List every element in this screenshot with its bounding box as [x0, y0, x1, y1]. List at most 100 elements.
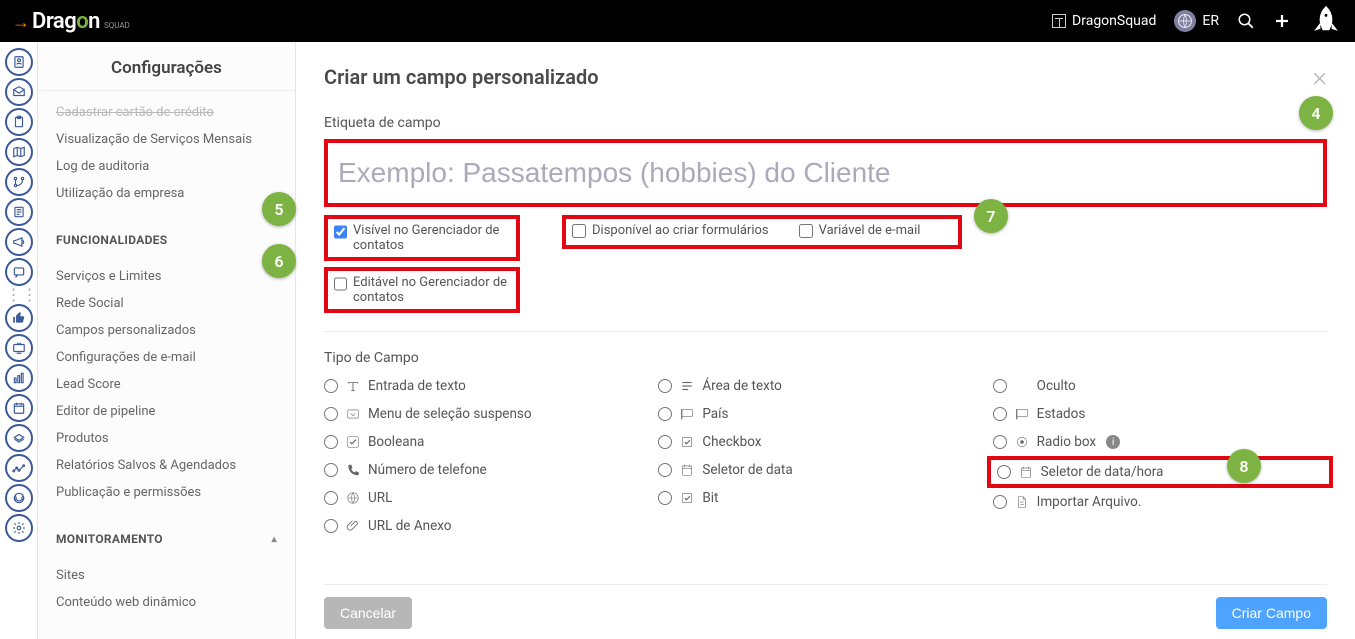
sidebar-section-mon[interactable]: MONITORAMENTO ▴ [38, 514, 295, 554]
field-type-label: Estados [1037, 406, 1086, 422]
checkbox-icon [680, 491, 694, 505]
rocket-icon[interactable] [1309, 4, 1343, 38]
checkbox-editable-input[interactable] [334, 277, 347, 291]
cancel-button[interactable]: Cancelar [324, 597, 412, 629]
field-type-option[interactable]: URL de Anexo [324, 516, 658, 536]
info-icon[interactable]: i [1106, 435, 1120, 449]
logo-text: Dragon [32, 9, 100, 34]
sidebar-item[interactable]: Sites [38, 562, 295, 589]
field-type-radio[interactable] [324, 379, 338, 393]
org-switcher[interactable]: DragonSquad [1052, 13, 1156, 29]
field-type-radio[interactable] [324, 463, 338, 477]
sidebar-item[interactable]: Visualização de Serviços Mensais [38, 126, 295, 153]
field-type-option[interactable]: Área de texto [658, 376, 992, 396]
field-type-radio[interactable] [658, 435, 672, 449]
field-type-option[interactable]: País [658, 404, 992, 424]
sidebar-item[interactable]: Produtos [38, 425, 295, 452]
field-type-option[interactable]: Número de telefone [324, 460, 658, 480]
field-type-radio[interactable] [658, 379, 672, 393]
sidebar-section-func[interactable]: FUNCIONALIDADES [38, 215, 295, 255]
field-type-option[interactable]: Estados [993, 404, 1327, 424]
checkbox-editable[interactable]: Editável no Gerenciador de contatos [334, 275, 510, 305]
checkbox-forms-input[interactable] [572, 224, 586, 238]
sidebar-item[interactable]: Cadastrar cartão de crédito [38, 99, 295, 126]
iconbar-gear-icon[interactable] [5, 514, 33, 542]
flag-icon [680, 407, 694, 421]
field-type-option[interactable]: Booleana [324, 432, 658, 452]
checkbox-forms[interactable]: Disponível ao criar formulários [572, 223, 769, 238]
callout-7: 7 [974, 199, 1008, 233]
iconbar-contacts-icon[interactable] [5, 48, 33, 76]
field-type-option[interactable]: Radio box i [993, 432, 1327, 452]
checkbox-visible-input[interactable] [334, 225, 347, 239]
highlight-box-7: Disponível ao criar formulários Variável… [562, 215, 962, 249]
field-label-input[interactable] [328, 143, 1323, 203]
field-type-radio[interactable] [658, 491, 672, 505]
field-type-option[interactable]: Menu de seleção suspenso [324, 404, 658, 424]
drag-handle-icon[interactable]: ⋮⋮ [6, 292, 38, 298]
field-type-label: Tipo de Campo [324, 350, 1327, 366]
iconbar-chart-icon[interactable] [5, 364, 33, 392]
search-icon[interactable] [1237, 12, 1255, 30]
iconbar-clipboard-icon[interactable] [5, 108, 33, 136]
field-type-radio[interactable] [993, 435, 1007, 449]
field-type-option[interactable]: URL [324, 488, 658, 508]
field-type-radio[interactable] [658, 463, 672, 477]
field-type-option[interactable]: Checkbox [658, 432, 992, 452]
field-type-option[interactable]: Bit [658, 488, 992, 508]
sidebar-item[interactable]: Log de auditoria [38, 153, 295, 180]
field-type-label: Radio box [1037, 434, 1096, 450]
none-icon [1015, 379, 1029, 393]
sidebar-item[interactable]: Publicação e permissões [38, 479, 295, 506]
field-type-radio[interactable] [324, 435, 338, 449]
field-type-option[interactable]: Entrada de texto [324, 376, 658, 396]
logo[interactable]: → Dragon SQUAD [12, 9, 130, 34]
field-type-radio[interactable] [993, 379, 1007, 393]
iconbar-analytics-icon[interactable] [5, 454, 33, 482]
close-icon[interactable]: × [1312, 60, 1327, 93]
field-type-radio[interactable] [324, 407, 338, 421]
field-type-radio[interactable] [324, 519, 338, 533]
iconbar-money-icon[interactable] [5, 424, 33, 452]
sidebar-item[interactable]: Lead Score [38, 371, 295, 398]
sidebar-item[interactable]: Conteúdo web dinâmico [38, 589, 295, 616]
callout-6: 6 [262, 244, 296, 278]
field-type-radio[interactable] [324, 491, 338, 505]
sidebar-item[interactable]: Editor de pipeline [38, 398, 295, 425]
field-type-option[interactable]: Importar Arquivo. [993, 492, 1327, 512]
sidebar-item[interactable]: Campos personalizados [38, 317, 295, 344]
checkbox-emailvar-input[interactable] [799, 224, 813, 238]
field-type-option[interactable]: Seletor de data [658, 460, 992, 480]
field-type-radio[interactable] [997, 465, 1011, 479]
sidebar-item[interactable]: Utilização da empresa [38, 180, 295, 207]
radio-icon [1015, 435, 1029, 449]
iconbar-mail-icon[interactable] [5, 78, 33, 106]
field-type-option[interactable]: Oculto [993, 376, 1327, 396]
field-type-radio[interactable] [658, 407, 672, 421]
field-type-radio[interactable] [993, 495, 1007, 509]
field-type-radio[interactable] [993, 407, 1007, 421]
sidebar-item[interactable]: Serviços e Limites [38, 263, 295, 290]
field-type-label: País [702, 406, 728, 422]
field-type-option[interactable]: Seletor de data/hora [987, 456, 1333, 488]
sidebar-item[interactable]: Configurações de e-mail [38, 344, 295, 371]
plus-icon[interactable] [1273, 12, 1291, 30]
field-label-etiqueta: Etiqueta de campo [324, 115, 1327, 131]
checkbox-emailvar[interactable]: Variável de e-mail [799, 223, 921, 238]
iconbar-map-icon[interactable] [5, 138, 33, 166]
iconbar-branch-icon[interactable] [5, 168, 33, 196]
sidebar-item[interactable]: Rede Social [38, 290, 295, 317]
field-type-label: URL [368, 490, 392, 506]
checkbox-visible[interactable]: Visível no Gerenciador de contatos [334, 223, 510, 253]
iconbar-tv-icon[interactable] [5, 334, 33, 362]
user-menu[interactable]: ER [1174, 10, 1219, 32]
iconbar-thumbs-icon[interactable] [5, 304, 33, 332]
iconbar-calendar-icon[interactable] [5, 394, 33, 422]
field-type-label: Oculto [1037, 378, 1076, 394]
sidebar-item[interactable]: Relatórios Salvos & Agendados [38, 452, 295, 479]
iconbar-chat-icon[interactable] [5, 258, 33, 286]
iconbar-form-icon[interactable] [5, 198, 33, 226]
iconbar-megaphone-icon[interactable] [5, 228, 33, 256]
iconbar-support-icon[interactable] [5, 484, 33, 512]
submit-button[interactable]: Criar Campo [1216, 597, 1327, 629]
